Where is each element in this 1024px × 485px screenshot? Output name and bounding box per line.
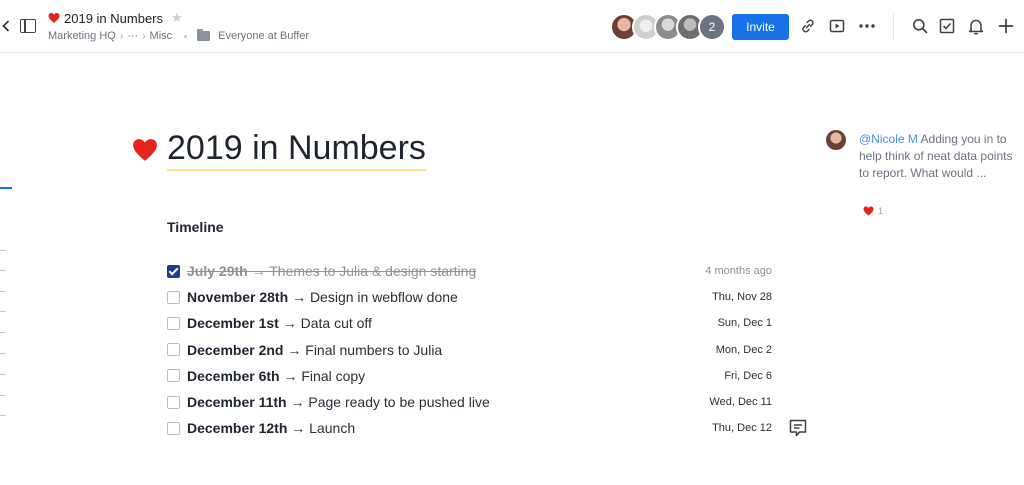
breadcrumb-dot bbox=[184, 34, 188, 38]
todo-due-date[interactable]: Fri, Dec 6 bbox=[724, 370, 772, 382]
todo-checkbox[interactable] bbox=[167, 316, 180, 330]
todo-text[interactable]: July 29th → Themes to Julia & design sta… bbox=[187, 263, 476, 279]
todo-task: Page ready to be pushed live bbox=[308, 394, 490, 411]
todo-text[interactable]: November 28th → Design in webflow done bbox=[187, 289, 458, 305]
todo-date-label: December 11th bbox=[187, 394, 287, 411]
outline-active-marker[interactable] bbox=[0, 187, 12, 189]
todo-date-label: December 1st bbox=[187, 315, 279, 332]
reaction[interactable]: 1 bbox=[863, 206, 883, 216]
breadcrumb-separator: › bbox=[119, 30, 124, 42]
todo-item: December 6th → Final copy Fri, Dec 6 bbox=[167, 363, 772, 389]
todo-date-label: December 6th bbox=[187, 367, 280, 384]
outline-tick[interactable] bbox=[0, 332, 6, 333]
section-heading[interactable]: Timeline bbox=[167, 219, 224, 235]
outline-tick[interactable] bbox=[0, 395, 6, 396]
star-icon[interactable]: ★ bbox=[171, 10, 183, 26]
todo-item: December 1st → Data cut off Sun, Dec 1 bbox=[167, 310, 772, 336]
todo-item: November 28th → Design in webflow done T… bbox=[167, 284, 772, 310]
checkbox-icon[interactable] bbox=[938, 17, 956, 35]
todo-checkbox[interactable] bbox=[167, 395, 180, 409]
todo-due-date[interactable]: Sun, Dec 1 bbox=[718, 317, 772, 329]
todo-checkbox[interactable] bbox=[167, 264, 180, 278]
breadcrumb-root[interactable]: Marketing HQ bbox=[48, 30, 116, 42]
sidebar-toggle-icon[interactable] bbox=[20, 19, 36, 33]
todo-item: December 2nd → Final numbers to Julia Mo… bbox=[167, 337, 772, 363]
todo-due-date[interactable]: Mon, Dec 2 bbox=[716, 344, 772, 356]
todo-list: July 29th → Themes to Julia & design sta… bbox=[167, 258, 772, 441]
todo-task: Final numbers to Julia bbox=[305, 341, 443, 358]
top-bar: 2019 in Numbers ★ Marketing HQ › ··· › M… bbox=[0, 0, 1024, 53]
arrow: → bbox=[283, 367, 298, 384]
todo-due-date[interactable]: 4 months ago bbox=[705, 265, 772, 277]
todo-date-label: November 28th bbox=[187, 289, 289, 306]
todo-task: Launch bbox=[309, 420, 356, 437]
todo-due-date[interactable]: Thu, Dec 12 bbox=[712, 422, 772, 434]
heart-icon bbox=[863, 206, 874, 216]
todo-text[interactable]: December 6th → Final copy bbox=[187, 368, 365, 384]
reaction-count: 1 bbox=[878, 206, 884, 216]
outline-tick[interactable] bbox=[0, 311, 6, 312]
mention[interactable]: @Nicole M bbox=[859, 132, 918, 146]
todo-item: December 12th → Launch Thu, Dec 12 bbox=[167, 415, 772, 441]
arrow: → bbox=[251, 263, 266, 280]
todo-date-label: December 12th bbox=[187, 420, 288, 437]
arrow: → bbox=[292, 289, 307, 306]
todo-task: Themes to Julia & design starting bbox=[269, 263, 477, 280]
todo-checkbox[interactable] bbox=[167, 369, 180, 383]
todo-due-date[interactable]: Wed, Dec 11 bbox=[709, 396, 772, 408]
comment-icon[interactable] bbox=[788, 418, 808, 438]
link-icon[interactable] bbox=[799, 17, 817, 35]
heart-icon bbox=[48, 13, 60, 23]
arrow: → bbox=[287, 341, 302, 358]
outline-tick[interactable] bbox=[0, 374, 6, 375]
todo-text[interactable]: December 2nd → Final numbers to Julia bbox=[187, 342, 442, 358]
shared-folder-icon bbox=[197, 29, 211, 41]
outline-tick[interactable] bbox=[0, 250, 6, 251]
arrow: → bbox=[282, 315, 297, 332]
todo-task: Design in webflow done bbox=[309, 289, 458, 306]
todo-item: December 11th → Page ready to be pushed … bbox=[167, 389, 772, 415]
bell-icon[interactable] bbox=[967, 17, 985, 35]
doc-title-row: 2019 in Numbers ★ bbox=[48, 10, 183, 26]
chevron-left-icon[interactable] bbox=[0, 18, 12, 34]
todo-task: Final copy bbox=[301, 367, 366, 384]
breadcrumb-folder[interactable]: Misc bbox=[150, 30, 173, 42]
outline-tick[interactable] bbox=[0, 270, 6, 271]
plus-icon[interactable] bbox=[997, 17, 1015, 35]
arrow: → bbox=[290, 394, 305, 411]
heart-icon bbox=[133, 138, 157, 161]
todo-text[interactable]: December 12th → Launch bbox=[187, 420, 355, 436]
member-avatars[interactable]: 2 bbox=[610, 13, 726, 41]
breadcrumb: Marketing HQ › ··· › Misc Everyone at Bu… bbox=[48, 29, 309, 42]
toolbar-divider bbox=[893, 14, 894, 40]
breadcrumb-separator: › bbox=[142, 30, 146, 42]
todo-text[interactable]: December 11th → Page ready to be pushed … bbox=[187, 394, 490, 410]
doc-title[interactable]: 2019 in Numbers bbox=[64, 11, 163, 26]
todo-text[interactable]: December 1st → Data cut off bbox=[187, 315, 372, 331]
extra-members-count[interactable]: 2 bbox=[698, 13, 726, 41]
invite-button[interactable]: Invite bbox=[732, 14, 789, 40]
page-title: 2019 in Numbers bbox=[132, 128, 426, 171]
outline-tick[interactable] bbox=[0, 353, 6, 354]
avatar[interactable] bbox=[826, 130, 846, 150]
todo-task: Data cut off bbox=[300, 315, 372, 332]
play-icon[interactable] bbox=[828, 17, 846, 35]
arrow: → bbox=[291, 420, 306, 437]
todo-checkbox[interactable] bbox=[167, 421, 180, 435]
page-title-text[interactable]: 2019 in Numbers bbox=[167, 128, 426, 171]
outline-tick[interactable] bbox=[0, 291, 6, 292]
todo-date-label: July 29th bbox=[187, 263, 248, 280]
search-icon[interactable] bbox=[911, 17, 929, 35]
todo-item: July 29th → Themes to Julia & design sta… bbox=[167, 258, 772, 284]
shared-with-label[interactable]: Everyone at Buffer bbox=[218, 30, 309, 42]
todo-due-date[interactable]: Thu, Nov 28 bbox=[712, 291, 772, 303]
todo-checkbox[interactable] bbox=[167, 343, 180, 357]
breadcrumb-ellipsis[interactable]: ··· bbox=[127, 30, 138, 42]
todo-checkbox[interactable] bbox=[167, 290, 180, 304]
comment-body[interactable]: @Nicole M Adding you in to help think of… bbox=[859, 131, 1016, 182]
more-icon[interactable] bbox=[858, 17, 876, 35]
todo-date-label: December 2nd bbox=[187, 341, 284, 358]
outline-tick[interactable] bbox=[0, 415, 6, 416]
